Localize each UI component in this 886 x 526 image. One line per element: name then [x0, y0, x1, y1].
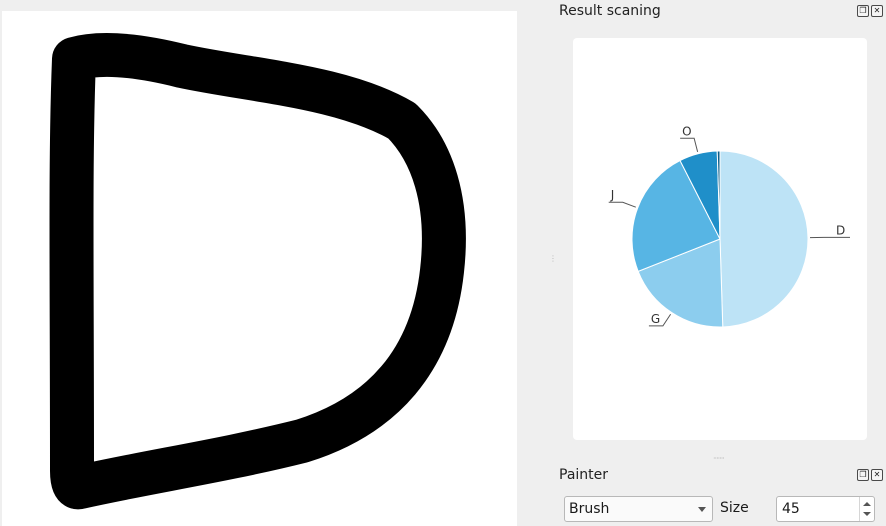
result-chart-panel: D G J O [573, 38, 867, 440]
pie-chart: D G J O [608, 124, 850, 328]
tool-select-value: Brush [569, 501, 610, 517]
result-dock-title: Result scaning [559, 3, 661, 19]
vertical-splitter-handle[interactable]: ⋮ [549, 255, 557, 280]
pie-label-D: D [836, 223, 845, 237]
drawing-canvas[interactable] [2, 11, 517, 526]
pie-label-O: O [682, 124, 691, 138]
pie-label-J: J [610, 188, 615, 202]
pie-label-G: G [651, 312, 660, 326]
spin-up-icon[interactable] [863, 502, 871, 506]
handwritten-letter-d [49, 33, 466, 510]
chevron-down-icon [698, 507, 706, 512]
size-value: 45 [782, 501, 800, 517]
close-icon[interactable]: ✕ [871, 5, 883, 17]
painter-dock-title: Painter [559, 467, 609, 483]
float-icon[interactable]: ❐ [857, 5, 869, 17]
size-label: Size [720, 500, 749, 516]
spin-buttons [859, 497, 874, 521]
pie-leader-line-J [608, 201, 636, 208]
pie-leader-line-O [680, 137, 699, 152]
result-dock-buttons: ❐ ✕ [857, 5, 883, 17]
pie-slice-D [719, 150, 809, 328]
size-spinbox[interactable]: 45 [776, 496, 875, 522]
spin-down-icon[interactable] [863, 512, 871, 516]
horizontal-splitter-handle[interactable]: ······· [713, 455, 733, 463]
tool-select[interactable]: Brush [564, 496, 713, 522]
float-icon[interactable]: ❐ [857, 469, 869, 481]
close-icon[interactable]: ✕ [871, 469, 883, 481]
painter-dock-buttons: ❐ ✕ [857, 469, 883, 481]
